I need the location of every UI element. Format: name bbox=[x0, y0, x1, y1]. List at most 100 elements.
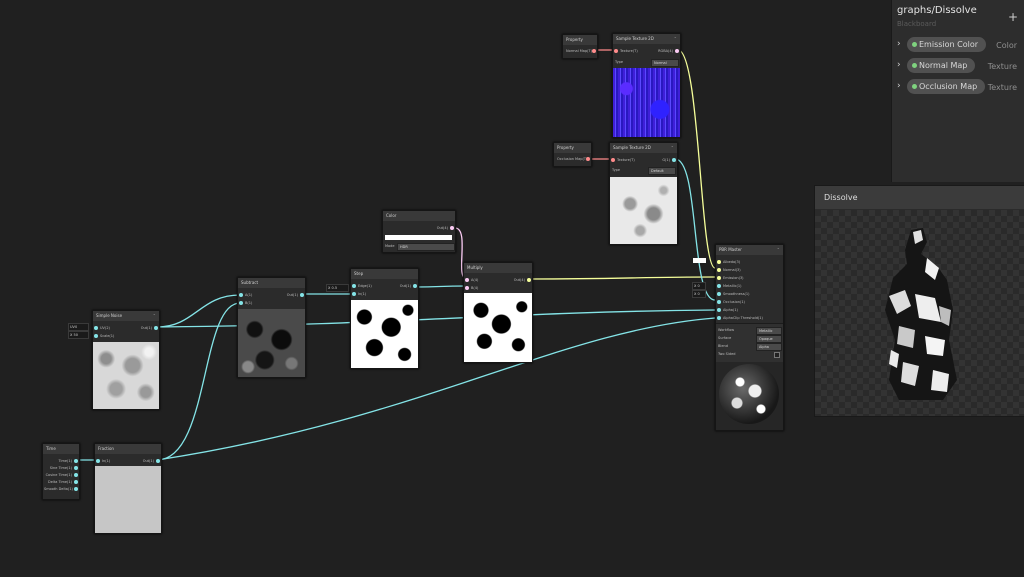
port-label: Normal Map(T) bbox=[566, 49, 593, 53]
main-preview-panel[interactable]: Dissolve bbox=[814, 185, 1024, 417]
multiply-node[interactable]: Multiply A(4) B(4) Out(4) bbox=[463, 262, 533, 363]
input-port-scale[interactable] bbox=[94, 334, 98, 338]
property-pill[interactable]: Emission Color bbox=[907, 37, 987, 52]
simple-noise-node[interactable]: Simple Noise ⌃ UV(2) Scale(1) Out(1) bbox=[92, 310, 160, 410]
uv-value-field[interactable]: UV0 bbox=[68, 323, 89, 331]
type-dropdown[interactable]: Normal bbox=[651, 59, 679, 67]
port-label: Cosine Time(1) bbox=[45, 473, 72, 477]
port-label: Sine Time(1) bbox=[49, 466, 72, 470]
input-port-occlusion[interactable] bbox=[717, 300, 721, 304]
blackboard-panel[interactable]: graphs/Dissolve Blackboard + › Emission … bbox=[891, 0, 1024, 182]
node-title: Property bbox=[563, 35, 597, 45]
property-type: Texture bbox=[987, 62, 1017, 71]
input-port-a[interactable] bbox=[465, 278, 469, 282]
blackboard-item-occlusion-map[interactable]: › Occlusion Map Texture bbox=[892, 77, 1024, 97]
settings-panel: Workflow Metallic Surface Opaque Blend A… bbox=[716, 323, 783, 362]
sample-texture-2d-node-normal[interactable]: Sample Texture 2D ⌃ Texture(T) RGBA(4) T… bbox=[612, 33, 681, 138]
output-port-cosine[interactable] bbox=[74, 473, 78, 477]
collapse-icon[interactable]: ⌃ bbox=[674, 34, 677, 44]
output-port[interactable] bbox=[300, 293, 304, 297]
pbr-master-node[interactable]: PBR Master ⌃ Albedo(3) Normal(3) Emissio… bbox=[715, 244, 784, 431]
input-port-b[interactable] bbox=[239, 301, 243, 305]
metallic-value-field[interactable]: X 0 bbox=[692, 282, 706, 290]
port-label: Scale(1) bbox=[100, 334, 115, 338]
input-port-uv[interactable] bbox=[94, 326, 98, 330]
output-port[interactable] bbox=[156, 459, 160, 463]
sample-texture-2d-node-occlusion[interactable]: Sample Texture 2D ⌃ Texture(T) G(1) Type… bbox=[609, 142, 678, 245]
input-port-albedo[interactable] bbox=[717, 260, 721, 264]
smoothness-value-field[interactable]: X 0 bbox=[692, 290, 706, 298]
port-label: Delta Time(1) bbox=[48, 480, 72, 484]
input-port-alpha-clip[interactable] bbox=[717, 316, 721, 320]
output-port-delta[interactable] bbox=[74, 480, 78, 484]
property-node-normal-map[interactable]: Property Normal Map(T) bbox=[562, 34, 598, 59]
property-pill[interactable]: Occlusion Map bbox=[907, 79, 986, 94]
input-port-alpha[interactable] bbox=[717, 308, 721, 312]
input-port-metallic[interactable] bbox=[717, 284, 721, 288]
property-type-dot bbox=[912, 84, 917, 89]
two-sided-checkbox[interactable] bbox=[774, 352, 780, 358]
workflow-dropdown[interactable]: Metallic bbox=[756, 327, 782, 335]
chevron-right-icon[interactable]: › bbox=[897, 81, 901, 91]
input-port[interactable] bbox=[611, 158, 615, 162]
port-label: Normal(3) bbox=[723, 268, 741, 272]
blackboard-item-emission-color[interactable]: › Emission Color Color bbox=[892, 35, 1024, 55]
output-port[interactable] bbox=[154, 326, 158, 330]
property-name: Occlusion Map bbox=[919, 82, 978, 91]
property-pill[interactable]: Normal Map bbox=[907, 58, 976, 73]
node-title: Step bbox=[351, 269, 418, 279]
surface-dropdown[interactable]: Opaque bbox=[756, 335, 782, 343]
add-property-button[interactable]: + bbox=[1008, 10, 1018, 24]
input-port-smoothness[interactable] bbox=[717, 292, 721, 296]
setting-label: Two Sided bbox=[718, 352, 736, 356]
mode-dropdown[interactable]: HDR bbox=[397, 243, 455, 251]
time-node[interactable]: Time Time(1) Sine Time(1) Cosine Time(1)… bbox=[42, 443, 80, 500]
output-port-smooth-delta[interactable] bbox=[74, 487, 78, 491]
step-node[interactable]: Step Edge(1) In(1) Out(1) bbox=[350, 268, 419, 369]
node-preview bbox=[351, 300, 418, 368]
input-port-a[interactable] bbox=[239, 293, 243, 297]
output-port[interactable] bbox=[592, 49, 596, 53]
dissolve-model-preview bbox=[885, 228, 957, 400]
input-port-normal[interactable] bbox=[717, 268, 721, 272]
blackboard-subtitle: Blackboard bbox=[897, 20, 937, 28]
output-port[interactable] bbox=[413, 284, 417, 288]
port-label: Occlusion(1) bbox=[723, 300, 745, 304]
collapse-icon[interactable]: ⌃ bbox=[777, 245, 780, 255]
input-port-edge[interactable] bbox=[352, 284, 356, 288]
output-port[interactable] bbox=[450, 226, 454, 230]
input-port[interactable] bbox=[96, 459, 100, 463]
edge-value-field[interactable]: X 0.5 bbox=[326, 284, 349, 292]
chevron-right-icon[interactable]: › bbox=[897, 60, 901, 70]
output-port[interactable] bbox=[527, 278, 531, 282]
blend-dropdown[interactable]: Alpha bbox=[756, 343, 782, 351]
input-port-in[interactable] bbox=[352, 292, 356, 296]
port-label: Out(1) bbox=[142, 459, 154, 463]
subtract-node[interactable]: Subtract A(1) B(1) Out(1) bbox=[237, 277, 306, 378]
emission-color-swatch[interactable] bbox=[693, 258, 706, 263]
input-port-b[interactable] bbox=[465, 286, 469, 290]
color-node[interactable]: Color Out(4) Mode HDR bbox=[382, 210, 456, 253]
chevron-right-icon[interactable]: › bbox=[897, 39, 901, 49]
setting-label: Blend bbox=[718, 344, 728, 348]
port-label: A(1) bbox=[245, 293, 253, 297]
fraction-node[interactable]: Fraction In(1) Out(1) bbox=[94, 443, 162, 534]
output-port[interactable] bbox=[586, 157, 590, 161]
output-port[interactable] bbox=[672, 158, 676, 162]
output-port-sine[interactable] bbox=[74, 466, 78, 470]
scale-value-field[interactable]: X 50 bbox=[68, 331, 89, 339]
color-swatch[interactable] bbox=[385, 235, 452, 240]
input-port-emission[interactable] bbox=[717, 276, 721, 280]
collapse-icon[interactable]: ⌃ bbox=[671, 143, 674, 153]
property-node-occlusion-map[interactable]: Property Occlusion Map(T) bbox=[553, 142, 592, 167]
output-port[interactable] bbox=[675, 49, 679, 53]
type-dropdown[interactable]: Default bbox=[648, 167, 676, 175]
main-preview-viewport[interactable] bbox=[815, 210, 1024, 416]
blackboard-item-normal-map[interactable]: › Normal Map Texture bbox=[892, 56, 1024, 76]
output-port-time[interactable] bbox=[74, 459, 78, 463]
property-type-dot bbox=[912, 63, 917, 68]
port-label: Out(1) bbox=[286, 293, 298, 297]
input-port[interactable] bbox=[614, 49, 618, 53]
node-title: Time bbox=[43, 444, 79, 454]
collapse-icon[interactable]: ⌃ bbox=[153, 311, 156, 321]
